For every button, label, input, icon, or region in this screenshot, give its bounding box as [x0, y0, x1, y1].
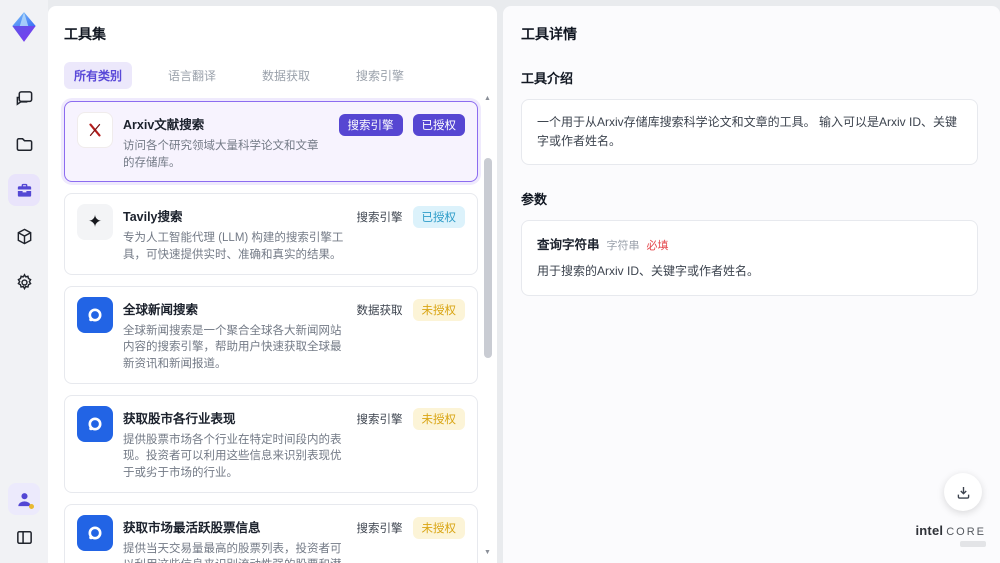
category-tabs: 所有类别 语言翻译 数据获取 搜索引擎	[64, 62, 481, 89]
category-label: 搜索引擎	[356, 522, 403, 535]
tab-language-translation[interactable]: 语言翻译	[158, 62, 226, 89]
tool-name: 获取股市各行业表现	[123, 411, 236, 426]
user-status-dot	[29, 504, 34, 509]
tool-name: 全球新闻搜索	[123, 302, 199, 317]
nav-rail-bottom	[8, 483, 40, 553]
nav-toolbox-icon[interactable]	[8, 174, 40, 206]
tool-card-global-news[interactable]: 全球新闻搜索 全球新闻搜索是一个聚合全球各大新闻网站内容的搜索引擎，帮助用户快速…	[64, 285, 478, 384]
category-label: 搜索引擎	[356, 212, 403, 225]
nav-items	[8, 82, 40, 298]
tool-card-most-active-stocks[interactable]: 获取市场最活跃股票信息 提供当天交易量最高的股票列表，投资者可以利用这些信息来识…	[64, 503, 478, 563]
intro-heading: 工具介绍	[521, 71, 574, 86]
param-type: 字符串	[606, 240, 640, 253]
app-window: 工具集 所有类别 语言翻译 数据获取 搜索引擎 Arxiv文献搜索 访问各个研究…	[0, 0, 1000, 563]
category-badge: 搜索引擎	[338, 114, 403, 136]
tool-card-arxiv[interactable]: Arxiv文献搜索 访问各个研究领域大量科学论文和文章的存储库。 搜索引擎 已授…	[64, 101, 478, 183]
core-wordmark: CORE	[946, 526, 986, 538]
tool-detail-panel: 工具详情 工具介绍 一个用于从Arxiv存储库搜索科学论文和文章的工具。 输入可…	[503, 6, 1000, 563]
status-badge: 未授权	[412, 298, 465, 321]
param-description: 用于搜索的Arxiv ID、关键字或作者姓名。	[537, 264, 760, 279]
tools-panel-title: 工具集	[64, 26, 106, 42]
tool-name: Tavily搜索	[123, 210, 183, 225]
intro-box: 一个用于从Arxiv存储库搜索科学论文和文章的工具。 输入可以是Arxiv ID…	[521, 99, 978, 166]
scroll-up-arrow-icon[interactable]: ▲	[484, 94, 491, 103]
brand-sub-badge	[960, 541, 986, 547]
tool-description: 访问各个研究领域大量科学论文和文章的存储库。	[123, 140, 319, 169]
nav-chat-icon[interactable]	[8, 82, 40, 114]
tools-panel: 工具集 所有类别 语言翻译 数据获取 搜索引擎 Arxiv文献搜索 访问各个研究…	[48, 6, 497, 563]
download-arrow	[959, 486, 967, 495]
status-badge: 已授权	[412, 114, 465, 136]
scroll-down-arrow-icon[interactable]: ▼	[484, 548, 491, 557]
tool-name: 获取市场最活跃股票信息	[123, 520, 261, 535]
tool-card-tavily[interactable]: ✦ Tavily搜索 专为人工智能代理 (LLM) 构建的搜索引擎工具，可快速提…	[64, 193, 478, 275]
params-heading: 参数	[521, 192, 548, 208]
tool-name: Arxiv文献搜索	[123, 118, 205, 132]
main-content: 工具集 所有类别 语言翻译 数据获取 搜索引擎 Arxiv文献搜索 访问各个研究…	[48, 0, 1000, 563]
status-badge: 未授权	[412, 516, 465, 539]
tab-search-engine[interactable]: 搜索引擎	[346, 62, 414, 89]
scrollbar-thumb[interactable]	[483, 158, 492, 358]
tab-data-acquisition[interactable]: 数据获取	[252, 62, 320, 89]
category-label: 搜索引擎	[356, 413, 403, 426]
param-box: 查询字符串 字符串 必填 用于搜索的Arxiv ID、关键字或作者姓名。	[521, 220, 978, 296]
intel-wordmark: intel	[915, 523, 944, 538]
tool-description: 全球新闻搜索是一个聚合全球各大新闻网站内容的搜索引擎，帮助用户快速获取全球最新资…	[123, 324, 342, 371]
nav-rail	[0, 0, 48, 563]
intro-text: 一个用于从Arxiv存储库搜索科学论文和文章的工具。 输入可以是Arxiv ID…	[537, 115, 958, 149]
status-badge: 未授权	[412, 407, 465, 430]
nav-settings-icon[interactable]	[8, 266, 40, 298]
panel-toggle-icon[interactable]	[8, 521, 40, 553]
tool-card-sector-performance[interactable]: 获取股市各行业表现 提供股票市场各个行业在特定时间段内的表现。投资者可以利用这些…	[64, 394, 478, 493]
tool-description: 提供股票市场各个行业在特定时间段内的表现。投资者可以利用这些信息来识别表现优于或…	[123, 433, 342, 480]
stock-logo-icon	[77, 514, 113, 551]
app-logo[interactable]	[7, 10, 41, 44]
arxiv-logo-icon	[77, 112, 113, 148]
param-name: 查询字符串	[537, 238, 600, 253]
download-button[interactable]	[944, 473, 982, 511]
nav-folder-icon[interactable]	[8, 128, 40, 160]
tavily-star-icon: ✦	[77, 204, 113, 241]
detail-panel-title: 工具详情	[521, 26, 577, 42]
category-label: 数据获取	[356, 304, 403, 317]
list-scrollbar[interactable]: ▲ ▼	[483, 94, 492, 557]
global-news-logo-icon	[77, 296, 113, 333]
tool-list: Arxiv文献搜索 访问各个研究领域大量科学论文和文章的存储库。 搜索引擎 已授…	[64, 101, 478, 563]
user-avatar-icon[interactable]	[8, 483, 40, 515]
tool-description: 专为人工智能代理 (LLM) 构建的搜索引擎工具，可快速提供实时、准确和真实的结…	[123, 232, 344, 262]
nav-cube-icon[interactable]	[8, 220, 40, 252]
param-required-label: 必填	[646, 240, 669, 253]
scrollbar-track[interactable]	[483, 103, 492, 548]
tool-description: 提供当天交易量最高的股票列表，投资者可以利用这些信息来识别流动性强的股票和潜在的…	[123, 542, 342, 563]
intel-core-logo: intel CORE	[915, 524, 986, 547]
stock-logo-icon	[77, 405, 113, 442]
status-badge: 已授权	[412, 206, 465, 229]
tab-all-categories[interactable]: 所有类别	[64, 62, 133, 89]
